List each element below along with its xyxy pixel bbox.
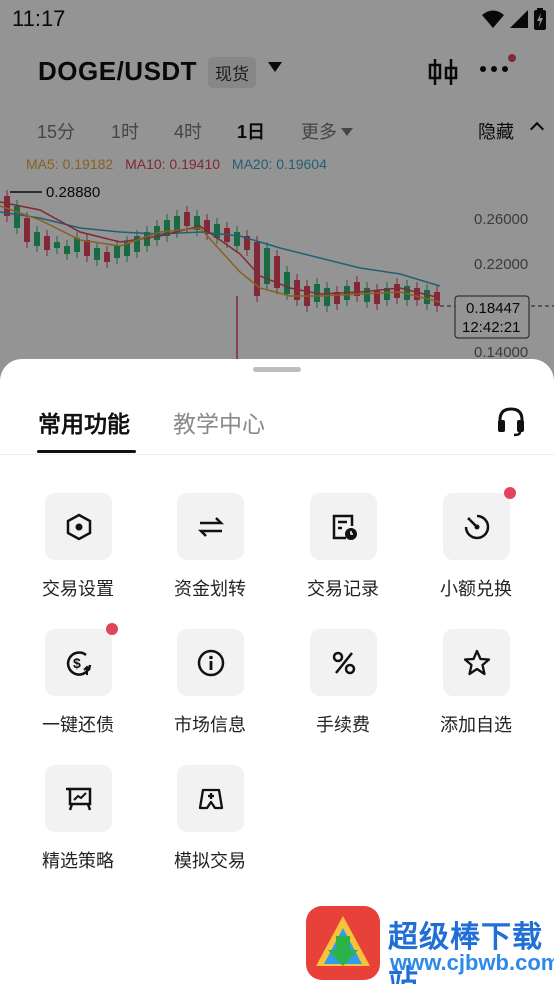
sheet-tabs: 常用功能 教学中心 [0, 399, 554, 455]
demo-trading-label: 模拟交易 [174, 851, 246, 871]
market-info-label: 市场信息 [174, 715, 246, 735]
headset-support-icon[interactable] [495, 405, 527, 437]
site-watermark: 超级棒下载站 www.cjbwb.com [306, 906, 554, 984]
record-clock-icon [332, 514, 357, 540]
repay-debt-item[interactable]: $ 一键还债 [12, 623, 144, 747]
market-info-tile[interactable] [177, 629, 244, 696]
fees-tile[interactable] [310, 629, 377, 696]
strategy-chart-icon [65, 787, 91, 810]
star-icon [463, 649, 490, 675]
add-favorite-label: 添加自选 [440, 715, 512, 735]
percent-icon [332, 651, 355, 674]
repay-debt-tile[interactable]: $ [45, 629, 112, 696]
fund-transfer-item[interactable]: 资金划转 [144, 491, 276, 611]
dial-convert-icon [464, 514, 489, 539]
dollar-repay-icon: $ [66, 650, 91, 676]
watermark-logo [306, 906, 380, 980]
fund-transfer-label: 资金划转 [174, 579, 246, 599]
small-convert-badge [504, 487, 516, 499]
trade-settings-item[interactable]: 交易设置 [12, 491, 144, 611]
repay-debt-badge [106, 623, 118, 635]
trade-settings-tile[interactable] [45, 493, 112, 560]
transfer-arrows-icon [197, 516, 224, 537]
strategies-tile[interactable] [45, 765, 112, 832]
repay-debt-label: 一键还债 [42, 715, 114, 735]
trade-settings-label: 交易设置 [42, 579, 114, 599]
market-info-item[interactable]: 市场信息 [144, 627, 276, 747]
tab-teaching-center[interactable]: 教学中心 [173, 405, 265, 439]
tab-common-functions[interactable]: 常用功能 [38, 405, 130, 439]
fees-label: 手续费 [316, 715, 370, 735]
demo-trading-item[interactable]: 模拟交易 [144, 763, 276, 883]
active-tab-indicator [37, 450, 136, 453]
add-favorite-tile[interactable] [443, 629, 510, 696]
info-circle-icon [197, 649, 224, 676]
drag-handle[interactable] [253, 367, 301, 372]
hexagon-settings-icon [66, 513, 91, 540]
small-convert-tile[interactable] [443, 493, 510, 560]
small-convert-item[interactable]: 小额兑换 [410, 487, 542, 611]
trade-records-tile[interactable] [310, 493, 377, 560]
small-convert-label: 小额兑换 [440, 579, 512, 599]
simulated-trade-icon [198, 788, 223, 809]
add-favorite-item[interactable]: 添加自选 [410, 627, 542, 747]
trade-records-item[interactable]: 交易记录 [277, 491, 409, 611]
fund-transfer-tile[interactable] [177, 493, 244, 560]
svg-text:$: $ [73, 655, 81, 671]
strategies-label: 精选策略 [42, 851, 114, 871]
watermark-url: www.cjbwb.com [390, 950, 554, 975]
functions-sheet: 常用功能 教学中心 交易设置 资金划转 交易记录 小额兑换 $ 一键还债 市场信… [0, 359, 554, 984]
demo-trading-tile[interactable] [177, 765, 244, 832]
trade-records-label: 交易记录 [307, 579, 379, 599]
fees-item[interactable]: 手续费 [277, 627, 409, 747]
strategies-item[interactable]: 精选策略 [12, 763, 144, 883]
